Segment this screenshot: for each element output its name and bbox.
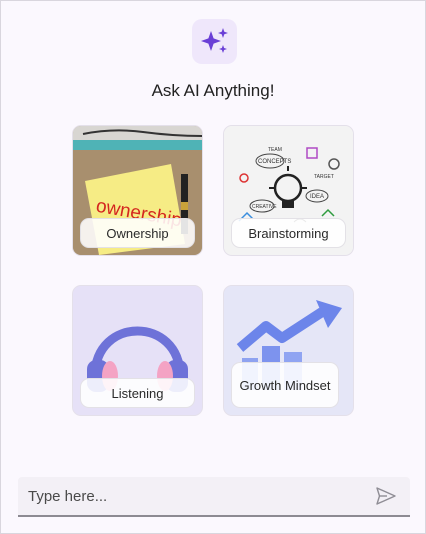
page-title: Ask AI Anything! [151,81,275,100]
prompt-card-growth-mindset[interactable]: Growth Mindset [223,285,354,416]
prompt-card-brainstorming[interactable]: CONCEPTS TEAM IDEA TARGET CREATIVE Brain… [223,125,354,256]
doodle-word-team: TEAM [268,147,282,153]
doodle-word-idea: IDEA [310,194,324,200]
message-input-bar [18,477,410,517]
prompt-card-ownership[interactable]: ownership Ownership [72,125,203,256]
message-input[interactable] [18,486,368,506]
send-button[interactable] [368,478,404,514]
send-icon [376,487,396,505]
chat-window: Ask AI Anything! ownership Ownership CON… [0,0,426,534]
card-label: Listening [80,378,195,408]
card-label: Ownership [80,218,195,248]
card-label: Growth Mindset [231,362,339,408]
card-label: Brainstorming [231,218,346,248]
doodle-word-target: TARGET [314,174,334,180]
doodle-word-creative: CREATIVE [252,204,277,210]
app-logo [192,19,237,64]
prompt-card-listening[interactable]: Listening [72,285,203,416]
sparkle-icon [200,27,228,53]
doodle-word-concepts: CONCEPTS [258,159,291,165]
